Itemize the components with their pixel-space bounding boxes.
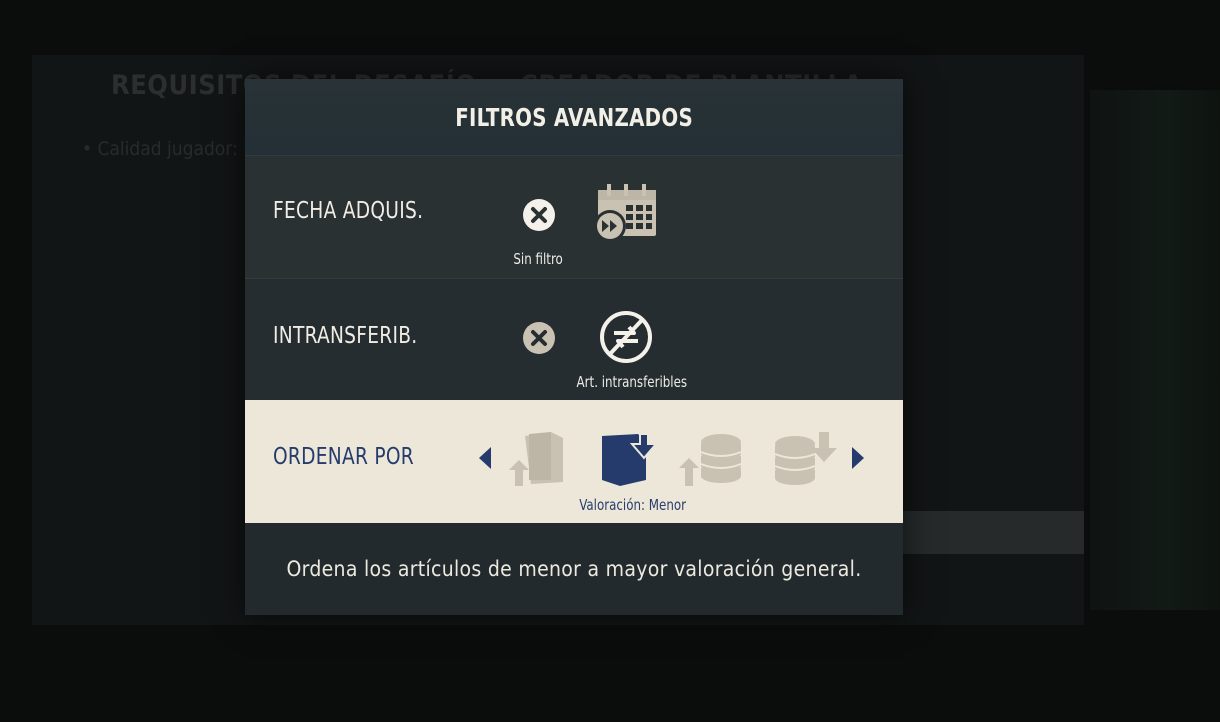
untradeable-icon[interactable] (598, 309, 654, 365)
rating-high-icon[interactable] (507, 430, 567, 488)
filter-row-untradeable[interactable]: INTRANSFERIB. Art. intransferibles (245, 278, 903, 401)
background-bar (900, 511, 1084, 554)
sort-row[interactable]: ORDENAR POR Valoración: Menor (245, 400, 903, 523)
calendar-fast-forward-icon[interactable] (590, 182, 660, 244)
sort-description: Ordena los artículos de menor a mayor va… (286, 557, 862, 581)
modal-header: FILTROS AVANZADOS (245, 79, 903, 155)
value-low-icon[interactable] (773, 430, 839, 488)
background-bullet-text: Calidad jugador: E (97, 138, 254, 160)
filter-row-acquisition-date[interactable]: FECHA ADQUIS. Sin filtro (245, 155, 903, 278)
background-bullet: • Calidad jugador: E (82, 138, 254, 160)
value-high-icon[interactable] (679, 432, 743, 486)
background-pitch-glow (1090, 90, 1220, 610)
clear-x-icon[interactable] (522, 321, 556, 355)
rating-low-icon[interactable] (600, 430, 660, 488)
advanced-filters-modal: FILTROS AVANZADOS FECHA ADQUIS. Sin filt… (245, 79, 903, 615)
sort-caption: Valoración: Menor (579, 496, 687, 514)
filter-caption-acquisition-date: Sin filtro (513, 250, 563, 268)
arrow-right-icon[interactable] (851, 446, 865, 470)
filter-caption-untradeable: Art. intransferibles (576, 373, 688, 391)
modal-footer: Ordena los artículos de menor a mayor va… (245, 523, 903, 615)
clear-x-icon[interactable] (522, 198, 556, 232)
filter-label-untradeable: INTRANSFERIB. (273, 323, 418, 349)
sort-label: ORDENAR POR (273, 444, 415, 470)
filter-label-acquisition-date: FECHA ADQUIS. (273, 198, 424, 224)
modal-title: FILTROS AVANZADOS (455, 102, 693, 132)
arrow-left-icon[interactable] (478, 446, 492, 470)
